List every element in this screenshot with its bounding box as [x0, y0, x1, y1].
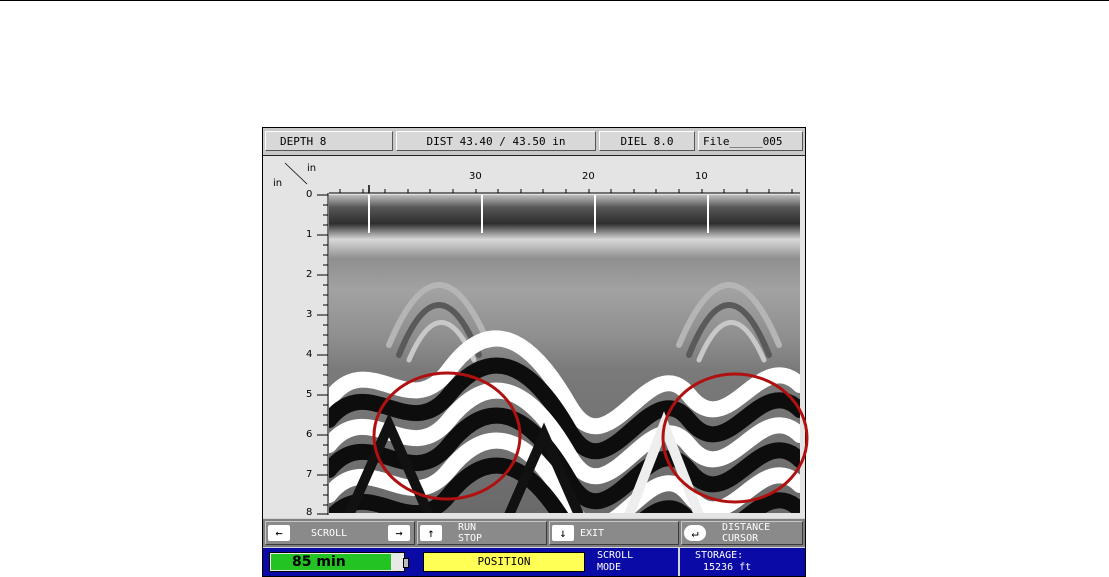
y-tick-4: 4 — [306, 349, 313, 360]
y-unit-label: in — [273, 178, 283, 189]
highlight-circle-right — [661, 372, 809, 504]
distance-label: DISTANCE — [722, 522, 771, 533]
x-ruler — [329, 185, 800, 194]
top-rule — [0, 0, 1109, 1]
y-tick-6: 6 — [306, 429, 313, 440]
status-divider — [678, 548, 680, 576]
y-tick-2: 2 — [306, 269, 313, 280]
y-tick-8: 8 — [306, 507, 313, 518]
run-stop-button[interactable]: ↑ RUN STOP — [417, 521, 547, 545]
y-ruler — [317, 193, 329, 515]
x-tick-10: 10 — [695, 171, 708, 182]
y-tick-3: 3 — [306, 309, 313, 320]
gpr-device-screen: DEPTH 8 DIST 43.40 / 43.50 in DIEL 8.0 F… — [262, 127, 809, 577]
dielectric-readout: DIEL 8.0 — [599, 131, 695, 151]
exit-button[interactable]: ↓ EXIT — [549, 521, 679, 545]
corner-diagonal — [284, 162, 308, 185]
storage-value: 15236 ft — [703, 562, 752, 573]
y-tick-0: 0 — [306, 189, 313, 200]
radar-plot: in in 30 20 10 0 1 2 3 4 5 6 7 8 — [263, 156, 809, 518]
arrow-left-icon: ← — [268, 525, 290, 541]
depth-readout: DEPTH 8 — [265, 131, 393, 151]
arrow-up-icon: ↑ — [420, 525, 442, 541]
highlight-circle-left — [372, 371, 522, 501]
run-label: RUN — [458, 522, 477, 533]
mode-label-line2: MODE — [597, 562, 622, 573]
arrow-down-icon: ↓ — [552, 525, 574, 541]
scroll-button[interactable]: ← SCROLL → — [265, 521, 415, 545]
y-tick-1: 1 — [306, 229, 313, 240]
mode-label-line1: SCROLL — [597, 550, 634, 561]
exit-label: EXIT — [580, 528, 605, 539]
arrow-right-icon: → — [388, 525, 410, 541]
x-unit-label: in — [307, 163, 317, 174]
control-button-row: ← SCROLL → ↑ RUN STOP ↓ EXIT ↵ DISTANCE … — [263, 519, 805, 547]
status-bar: 85 min POSITION SCROLL MODE STORAGE: 152… — [263, 548, 805, 576]
battery-text: 85 min — [292, 554, 346, 570]
position-indicator[interactable]: POSITION — [423, 552, 585, 572]
x-tick-20: 20 — [582, 171, 595, 182]
battery-indicator: 85 min — [269, 552, 409, 572]
enter-icon: ↵ — [684, 525, 706, 541]
header-bar: DEPTH 8 DIST 43.40 / 43.50 in DIEL 8.0 F… — [263, 128, 805, 156]
distance-cursor-button[interactable]: ↵ DISTANCE CURSOR — [681, 521, 803, 545]
y-tick-5: 5 — [306, 389, 313, 400]
stop-label: STOP — [458, 533, 483, 544]
storage-label: STORAGE: — [695, 550, 744, 561]
file-readout: File_____005 — [698, 131, 803, 151]
cursor-label: CURSOR — [722, 533, 759, 544]
distance-readout: DIST 43.40 / 43.50 in — [396, 131, 596, 151]
y-tick-7: 7 — [306, 469, 313, 480]
scroll-label: SCROLL — [311, 528, 348, 539]
x-tick-30: 30 — [469, 171, 482, 182]
